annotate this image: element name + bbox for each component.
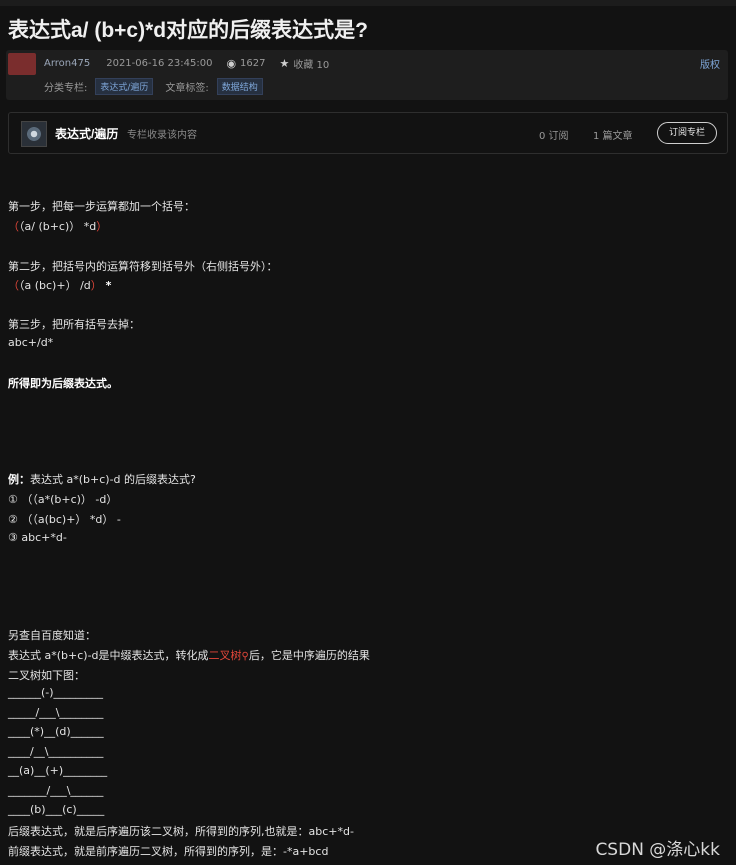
step2-expr-body: （a (bc)+） /d [19,279,91,292]
step1-expr: （（a/ (b+c)） *d） [8,218,107,234]
tree-line: _______/___\______ [8,784,104,797]
eye-icon: ◉ [226,57,237,70]
step1-close: ） [96,220,108,233]
view-count: 1627 [240,58,266,69]
watermark: CSDN @涤心kk [595,840,720,860]
column-desc: 专栏收录该内容 [127,130,197,141]
column-thumbnail[interactable] [21,121,47,147]
step2-close: ） [90,279,102,292]
tree-title: 二叉树如下图： [8,669,85,682]
step1-open: （ [8,220,19,233]
publish-date: 2021-06-16 23:45:00 [106,58,213,69]
article-tag[interactable]: 数据结构 [216,78,263,95]
tree-line: ____/__\__________ [8,745,104,758]
tree-line: _____/___\________ [8,706,104,719]
baidu-pre: 表达式 a*(b+c)-d是中缀表达式，转化成 [8,649,209,662]
step3-text: 第三步，把所有括号去掉： [8,318,140,331]
search-icon[interactable]: ⚲ [242,651,249,662]
article-title: 表达式a/ (b+c)*d对应的后缀表达式是? [8,19,368,42]
author-link[interactable]: Arron475 [44,58,90,69]
category-tag[interactable]: 表达式/遍历 [95,78,154,95]
tree-line: ____(*)__(d)______ [8,725,104,738]
subscribe-button[interactable]: 订阅专栏 [657,122,717,144]
top-bar [0,0,736,6]
category-label: 分类专栏: [44,83,88,94]
example-step-3: ③ abc+*d- [8,531,67,544]
copyright-link[interactable]: 版权 [700,56,720,71]
postfix-line: 后缀表达式，就是后序遍历该二叉树，所得到的序列,也就是：abc+*d- [8,825,354,838]
column-name[interactable]: 表达式/遍历 [55,125,118,142]
avatar[interactable] [8,53,36,75]
step1-expr-body: （a/ (b+c)） *d [19,220,97,233]
also-label: 另查自百度知道： [8,629,96,642]
step3-expr: abc+/d* [8,336,54,349]
example-step-1: ① （（a*(b+c)） -d） [8,493,118,506]
baidu-post: 后，它是中序遍历的结果 [248,649,370,662]
favorite-count[interactable]: 收藏 10 [293,56,329,71]
tree-line: __(a)__(+)________ [8,764,108,777]
example-step-2: ② （（a(bc)+） *d） - [8,513,121,526]
step2-text: 第二步，把括号内的运算符移到括号外（右侧括号外）： [8,260,278,273]
step1-text: 第一步，把每一步运算都加一个括号： [8,200,195,213]
example-text: 表达式 a*(b+c)-d 的后缀表达式? [30,473,196,486]
column-card: 表达式/遍历 专栏收录该内容 0 订阅 1 篇文章 订阅专栏 [8,112,728,154]
conclusion: 所得即为后缀表达式。 [8,377,118,390]
example-line: 例：表达式 a*(b+c)-d 的后缀表达式? [8,471,196,487]
tags-label: 文章标签: [165,83,209,94]
prefix-line: 前缀表达式，就是前序遍历二叉树，所得到的序列，是：-*a+bcd [8,845,329,858]
tree-line: ______(-)_________ [8,686,104,699]
binary-tree-link[interactable]: 二叉树 [209,649,242,662]
step2-tail: * [101,279,112,292]
subscriber-count: 0 订阅 [539,131,569,142]
tree-line: ____(b)___(c)_____ [8,803,105,816]
baidu-line: 表达式 a*(b+c)-d是中缀表达式，转化成二叉树⚲后，它是中序遍历的结果 [8,647,370,663]
step2-expr: （（a (bc)+） /d） * [8,277,111,293]
example-label: 例： [8,473,30,486]
post-count: 1 篇文章 [593,131,633,142]
star-icon[interactable]: ★ [280,57,290,70]
article-meta: Arron475 2021-06-16 23:45:00 ◉ 1627 ★ 收藏… [6,50,728,100]
step2-open: （ [8,279,19,292]
